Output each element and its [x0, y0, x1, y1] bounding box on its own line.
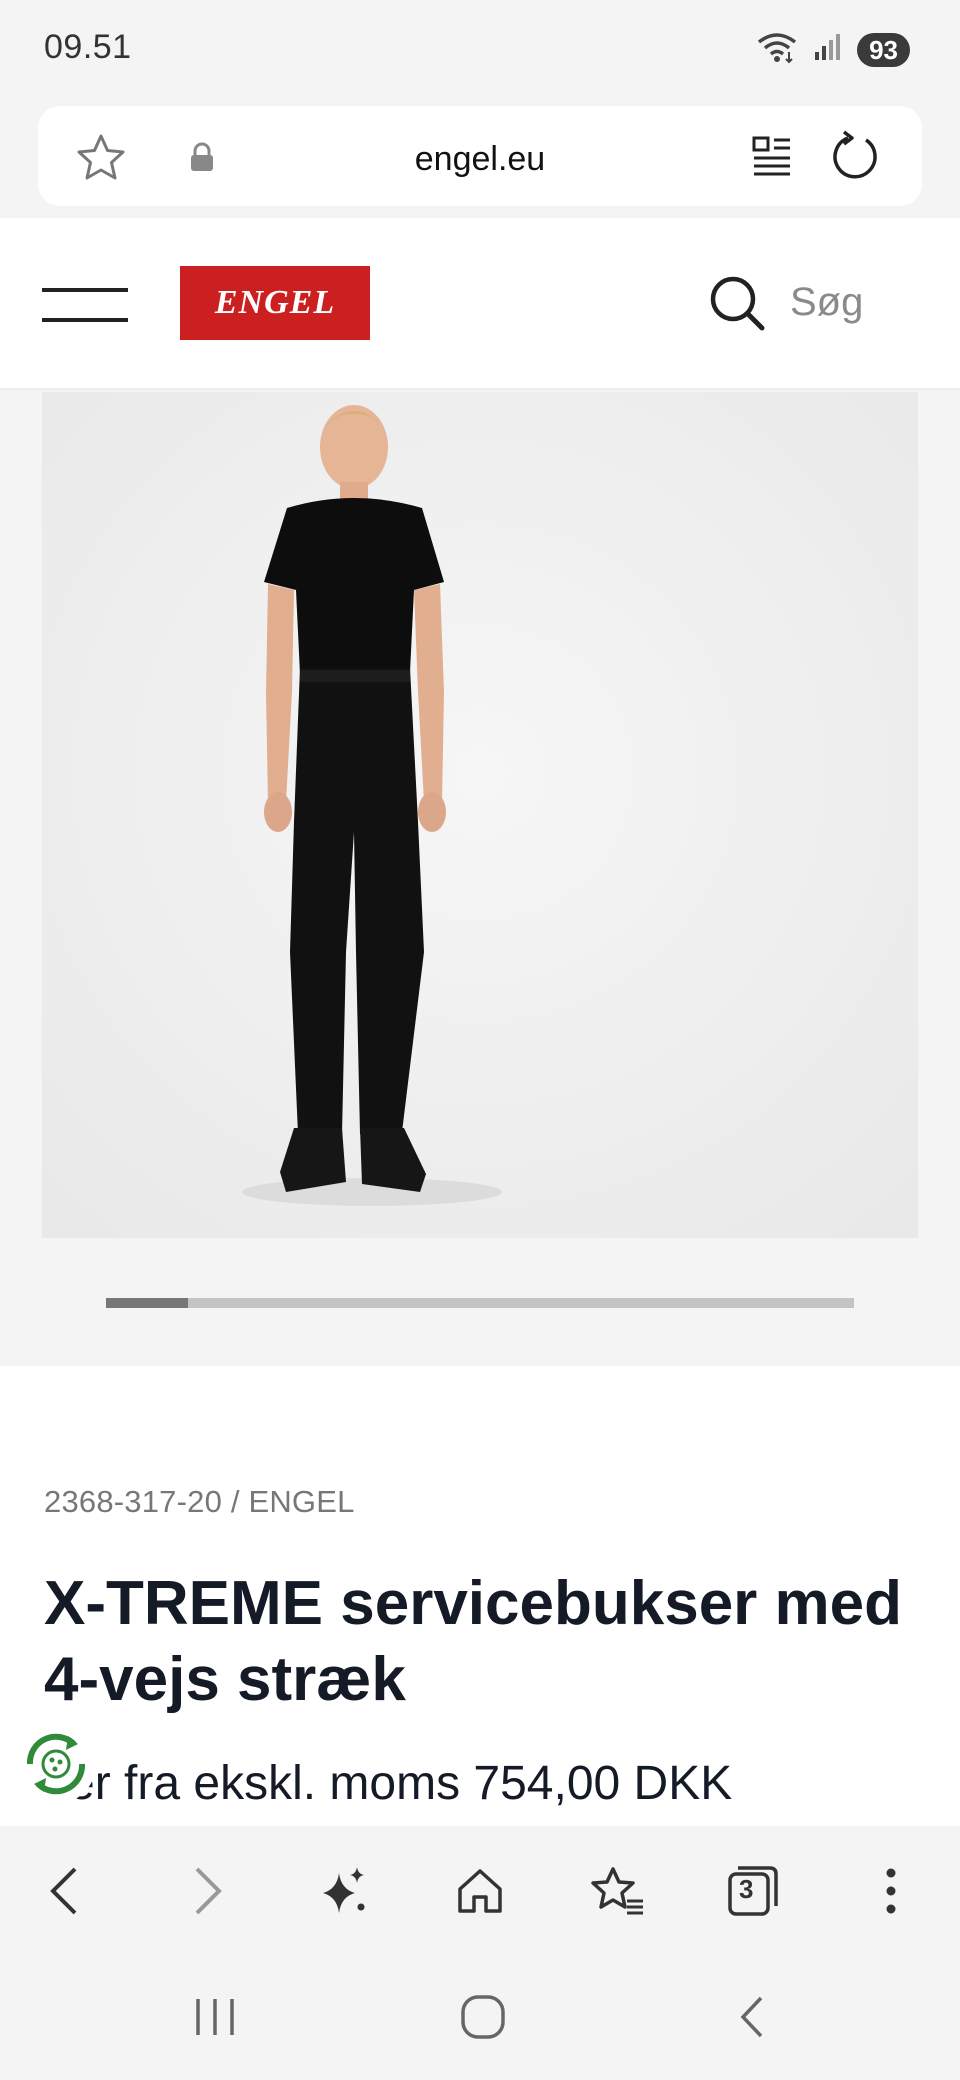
hamburger-menu-icon[interactable]	[42, 288, 128, 322]
gallery-progress-fill	[106, 1298, 189, 1308]
search-label[interactable]: Søg	[790, 280, 863, 325]
product-image[interactable]	[42, 392, 918, 1238]
reader-mode-icon[interactable]	[750, 134, 794, 183]
ai-sparkle-icon[interactable]	[308, 1856, 378, 1926]
signal-icon	[813, 32, 843, 67]
system-nav-bar	[0, 1956, 960, 2080]
nav-back-icon[interactable]	[716, 1982, 786, 2052]
product-price: ser fra ekskl. moms 754,00 DKK	[44, 1757, 733, 1810]
address-bar[interactable]: engel.eu	[38, 106, 922, 206]
status-icons: 93	[755, 30, 910, 69]
browser-toolbar: 3	[0, 1826, 960, 1956]
forward-icon[interactable]	[172, 1856, 242, 1926]
engel-logo[interactable]: ENGEL	[180, 266, 370, 340]
gallery-progress-track[interactable]	[106, 1298, 854, 1308]
product-title: X-TREME servicebukser med 4-vejs stræk	[44, 1569, 903, 1714]
tabs-icon[interactable]: 3	[718, 1856, 788, 1926]
wifi-icon	[755, 30, 799, 69]
site-header: ENGEL Søg	[0, 218, 960, 390]
more-icon[interactable]	[856, 1856, 926, 1926]
status-time: 09.51	[44, 28, 132, 66]
back-icon[interactable]	[30, 1856, 100, 1926]
product-sku: 2368-317-20 / ENGEL	[44, 1484, 355, 1519]
logo-text: ENGEL	[214, 284, 336, 321]
tab-count: 3	[739, 1874, 754, 1904]
reload-icon[interactable]	[830, 128, 882, 189]
search-icon[interactable]	[708, 274, 768, 339]
status-bar: 09.51 93	[0, 0, 960, 100]
eco-badge-icon[interactable]	[16, 1724, 96, 1804]
home-icon[interactable]	[445, 1856, 515, 1926]
home-circle-icon[interactable]	[448, 1982, 518, 2052]
battery-icon: 93	[857, 32, 910, 67]
recents-icon[interactable]	[180, 1982, 250, 2052]
bookmarks-icon[interactable]	[582, 1856, 652, 1926]
product-info: 2368-317-20 / ENGEL X-TREME servicebukse…	[0, 1366, 960, 1826]
product-gallery[interactable]	[0, 392, 960, 1366]
